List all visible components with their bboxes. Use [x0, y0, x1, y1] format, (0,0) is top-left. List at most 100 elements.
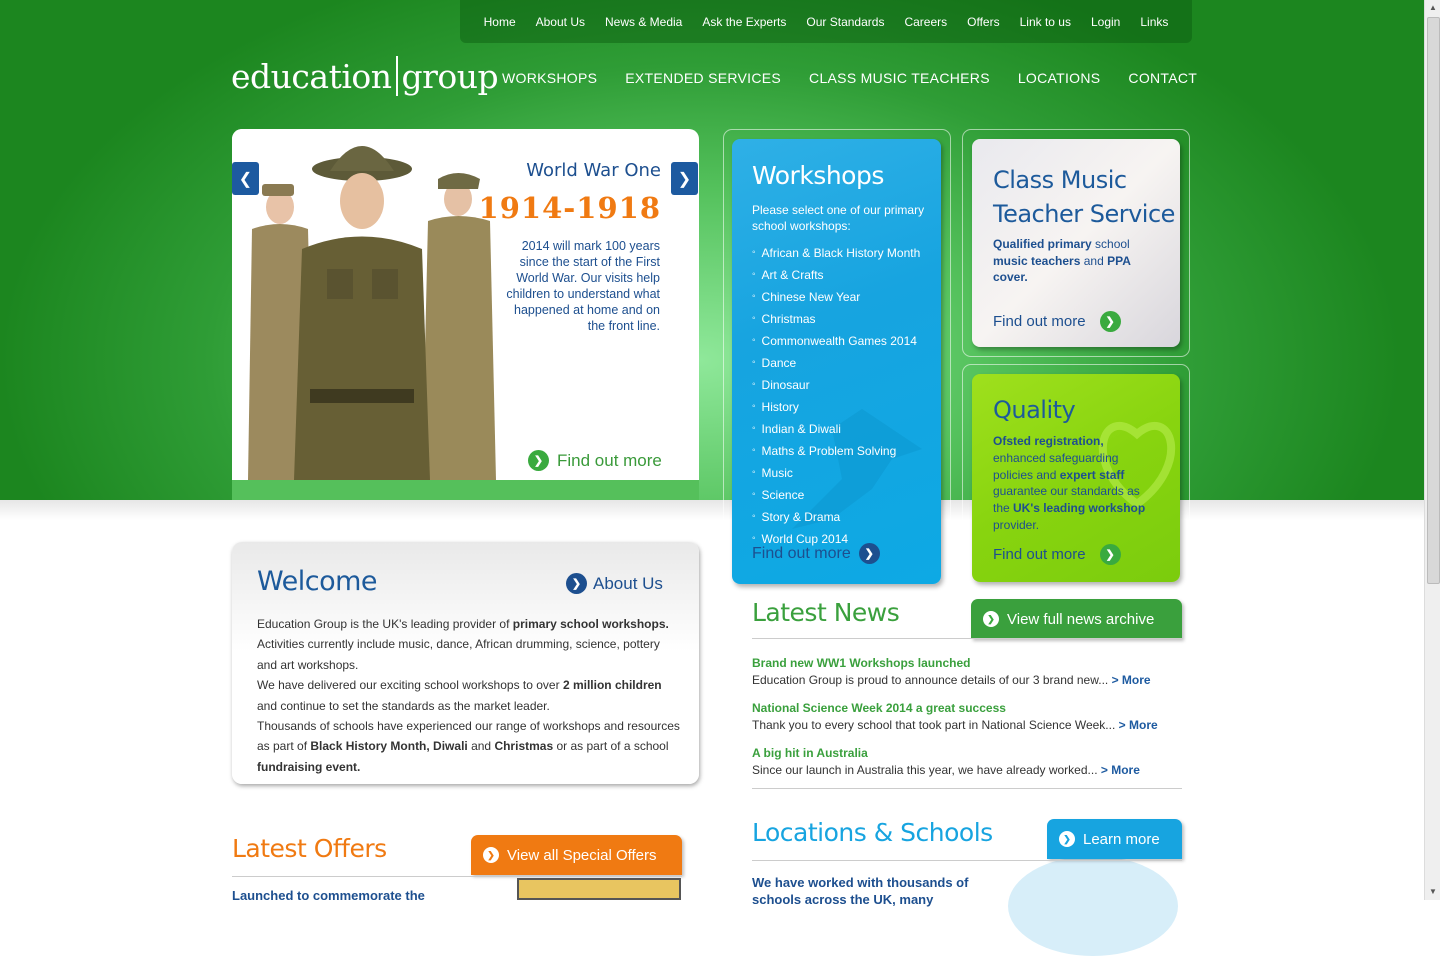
news-text: Education Group is proud to announce det… — [752, 673, 1109, 687]
news-headline[interactable]: A big hit in Australia — [752, 746, 1182, 760]
workshop-item[interactable]: Story & Drama — [752, 509, 920, 531]
news-list: Brand new WW1 Workshops launched Educati… — [752, 656, 1182, 791]
topnav-careers[interactable]: Careers — [904, 15, 947, 29]
chevron-right-icon: ❯ — [528, 450, 549, 471]
news-headline[interactable]: National Science Week 2014 a great succe… — [752, 701, 1182, 715]
quality-desc-part: provider. — [993, 517, 1040, 532]
latest-news-title: Latest News — [752, 598, 900, 627]
quality-description: Ofsted registration, enhanced safeguardi… — [993, 433, 1158, 534]
music-teacher-panel: Class Music Teacher Service Qualified pr… — [972, 139, 1180, 347]
mainnav-class-music-teachers[interactable]: CLASS MUSIC TEACHERS — [809, 70, 990, 94]
soldiers-image — [232, 129, 512, 480]
view-special-offers-button[interactable]: ❯ View all Special Offers — [471, 835, 682, 875]
music-desc-part: music teachers — [993, 253, 1081, 268]
workshop-item[interactable]: Christmas — [752, 311, 920, 333]
news-more-link[interactable]: > More — [1119, 718, 1158, 732]
offer-image[interactable] — [517, 878, 681, 900]
music-find-out-more[interactable]: Find out more ❯ — [993, 311, 1121, 332]
mainnav-workshops[interactable]: WORKSHOPS — [502, 70, 597, 94]
logo-text-left: education — [231, 56, 392, 96]
workshop-item[interactable]: Maths & Problem Solving — [752, 443, 920, 465]
news-summary: Since our launch in Australia this year,… — [752, 760, 1182, 780]
scroll-thumb[interactable] — [1427, 17, 1440, 584]
quality-find-out-more[interactable]: Find out more ❯ — [993, 544, 1121, 565]
chevron-left-icon: ❮ — [238, 170, 253, 188]
workshops-find-out-more-label: Find out more — [752, 544, 851, 562]
music-title-line2: Teacher Service — [993, 200, 1175, 228]
workshop-item[interactable]: Science — [752, 487, 920, 509]
topnav-login[interactable]: Login — [1091, 15, 1120, 29]
uk-map-image — [1008, 856, 1178, 956]
workshop-item[interactable]: Music — [752, 465, 920, 487]
topnav-our-standards[interactable]: Our Standards — [806, 15, 884, 29]
offers-divider — [232, 876, 682, 877]
workshop-item[interactable]: Indian & Diwali — [752, 421, 920, 443]
hero-title: World War One — [526, 160, 661, 181]
welcome-paragraph: Thousands of schools have experienced ou… — [257, 716, 682, 777]
scroll-up-icon[interactable]: ▲ — [1425, 0, 1440, 16]
hero-bottom-strip — [232, 480, 699, 500]
welcome-text: Education Group is the UK's leading prov… — [257, 617, 513, 631]
workshop-item[interactable]: African & Black History Month — [752, 245, 921, 267]
topnav-offers[interactable]: Offers — [967, 15, 999, 29]
news-headline[interactable]: Brand new WW1 Workshops launched — [752, 656, 1182, 670]
welcome-box: Welcome ❯ About Us Education Group is th… — [232, 542, 699, 784]
news-more-link[interactable]: > More — [1101, 763, 1140, 777]
view-news-archive-label: View full news archive — [1007, 610, 1155, 628]
welcome-text: and — [467, 739, 495, 754]
topnav-home[interactable]: Home — [484, 15, 516, 29]
quality-panel: Quality Ofsted registration, enhanced sa… — [972, 374, 1180, 582]
welcome-body: Education Group is the UK's leading prov… — [257, 614, 682, 777]
slider-next-button[interactable]: ❯ — [671, 162, 698, 195]
view-news-archive-button[interactable]: ❯ View full news archive — [971, 599, 1182, 639]
topnav-about-us[interactable]: About Us — [536, 15, 585, 29]
workshop-item[interactable]: Dance — [752, 355, 920, 377]
quality-desc-part: expert staff — [1059, 467, 1125, 482]
music-title-line1: Class Music — [993, 166, 1127, 194]
topnav-news-media[interactable]: News & Media — [605, 15, 682, 29]
workshop-item[interactable]: Commonwealth Games 2014 — [752, 333, 920, 355]
chevron-right-icon: ❯ — [983, 611, 999, 627]
news-more-link[interactable]: > More — [1112, 673, 1151, 687]
welcome-text: or as part of a school — [553, 739, 669, 754]
welcome-title: Welcome — [257, 566, 378, 597]
news-text: Thank you to every school that took part… — [752, 718, 1116, 732]
workshop-item[interactable]: Chinese New Year — [752, 289, 920, 311]
news-divider — [752, 638, 1182, 639]
topnav-ask-experts[interactable]: Ask the Experts — [702, 15, 786, 29]
workshop-item[interactable]: History — [752, 399, 920, 421]
workshops-list: African & Black History Month Art & Craf… — [752, 245, 921, 553]
music-find-out-more-label: Find out more — [993, 313, 1086, 330]
mainnav-contact[interactable]: CONTACT — [1128, 70, 1197, 94]
chevron-right-icon: ❯ — [1099, 311, 1121, 332]
workshop-item[interactable]: Dinosaur — [752, 377, 920, 399]
topnav-links[interactable]: Links — [1140, 15, 1168, 29]
hero-find-out-more[interactable]: ❯ Find out more — [528, 450, 662, 471]
locations-title: Locations & Schools — [752, 818, 993, 847]
offer-headline[interactable]: Launched to commemorate the — [232, 888, 425, 903]
site-logo[interactable]: education group — [231, 54, 499, 98]
mainnav-extended-services[interactable]: EXTENDED SERVICES — [625, 70, 781, 94]
about-us-link[interactable]: ❯ About Us — [566, 573, 663, 594]
quality-desc-part: UK's leading workshop — [1013, 501, 1146, 516]
vertical-scrollbar[interactable]: ▲ ▼ — [1424, 0, 1440, 900]
music-desc-part: and — [1080, 253, 1108, 268]
chevron-right-icon: ❯ — [483, 847, 499, 863]
mainnav-locations[interactable]: LOCATIONS — [1018, 70, 1101, 94]
workshops-find-out-more[interactable]: Find out more ❯ — [752, 543, 880, 564]
hero-find-out-more-label: Find out more — [557, 450, 662, 470]
slider-prev-button[interactable]: ❮ — [232, 162, 259, 195]
news-divider-bottom — [752, 788, 1182, 789]
workshops-intro: Please select one of our primary school … — [752, 203, 925, 233]
logo-divider — [395, 56, 398, 96]
scroll-down-icon[interactable]: ▼ — [1425, 884, 1440, 900]
workshop-item[interactable]: Art & Crafts — [752, 267, 920, 289]
learn-more-button[interactable]: ❯ Learn more — [1047, 819, 1182, 859]
topnav-link-to-us[interactable]: Link to us — [1020, 15, 1071, 29]
locations-description: We have worked with thousands of schools… — [752, 875, 969, 907]
news-item: National Science Week 2014 a great succe… — [752, 701, 1182, 746]
music-desc-part: school — [1091, 237, 1130, 251]
quality-find-out-more-label: Find out more — [993, 546, 1086, 563]
news-text: Since our launch in Australia this year,… — [752, 763, 1098, 777]
chevron-right-icon: ❯ — [1059, 831, 1075, 847]
